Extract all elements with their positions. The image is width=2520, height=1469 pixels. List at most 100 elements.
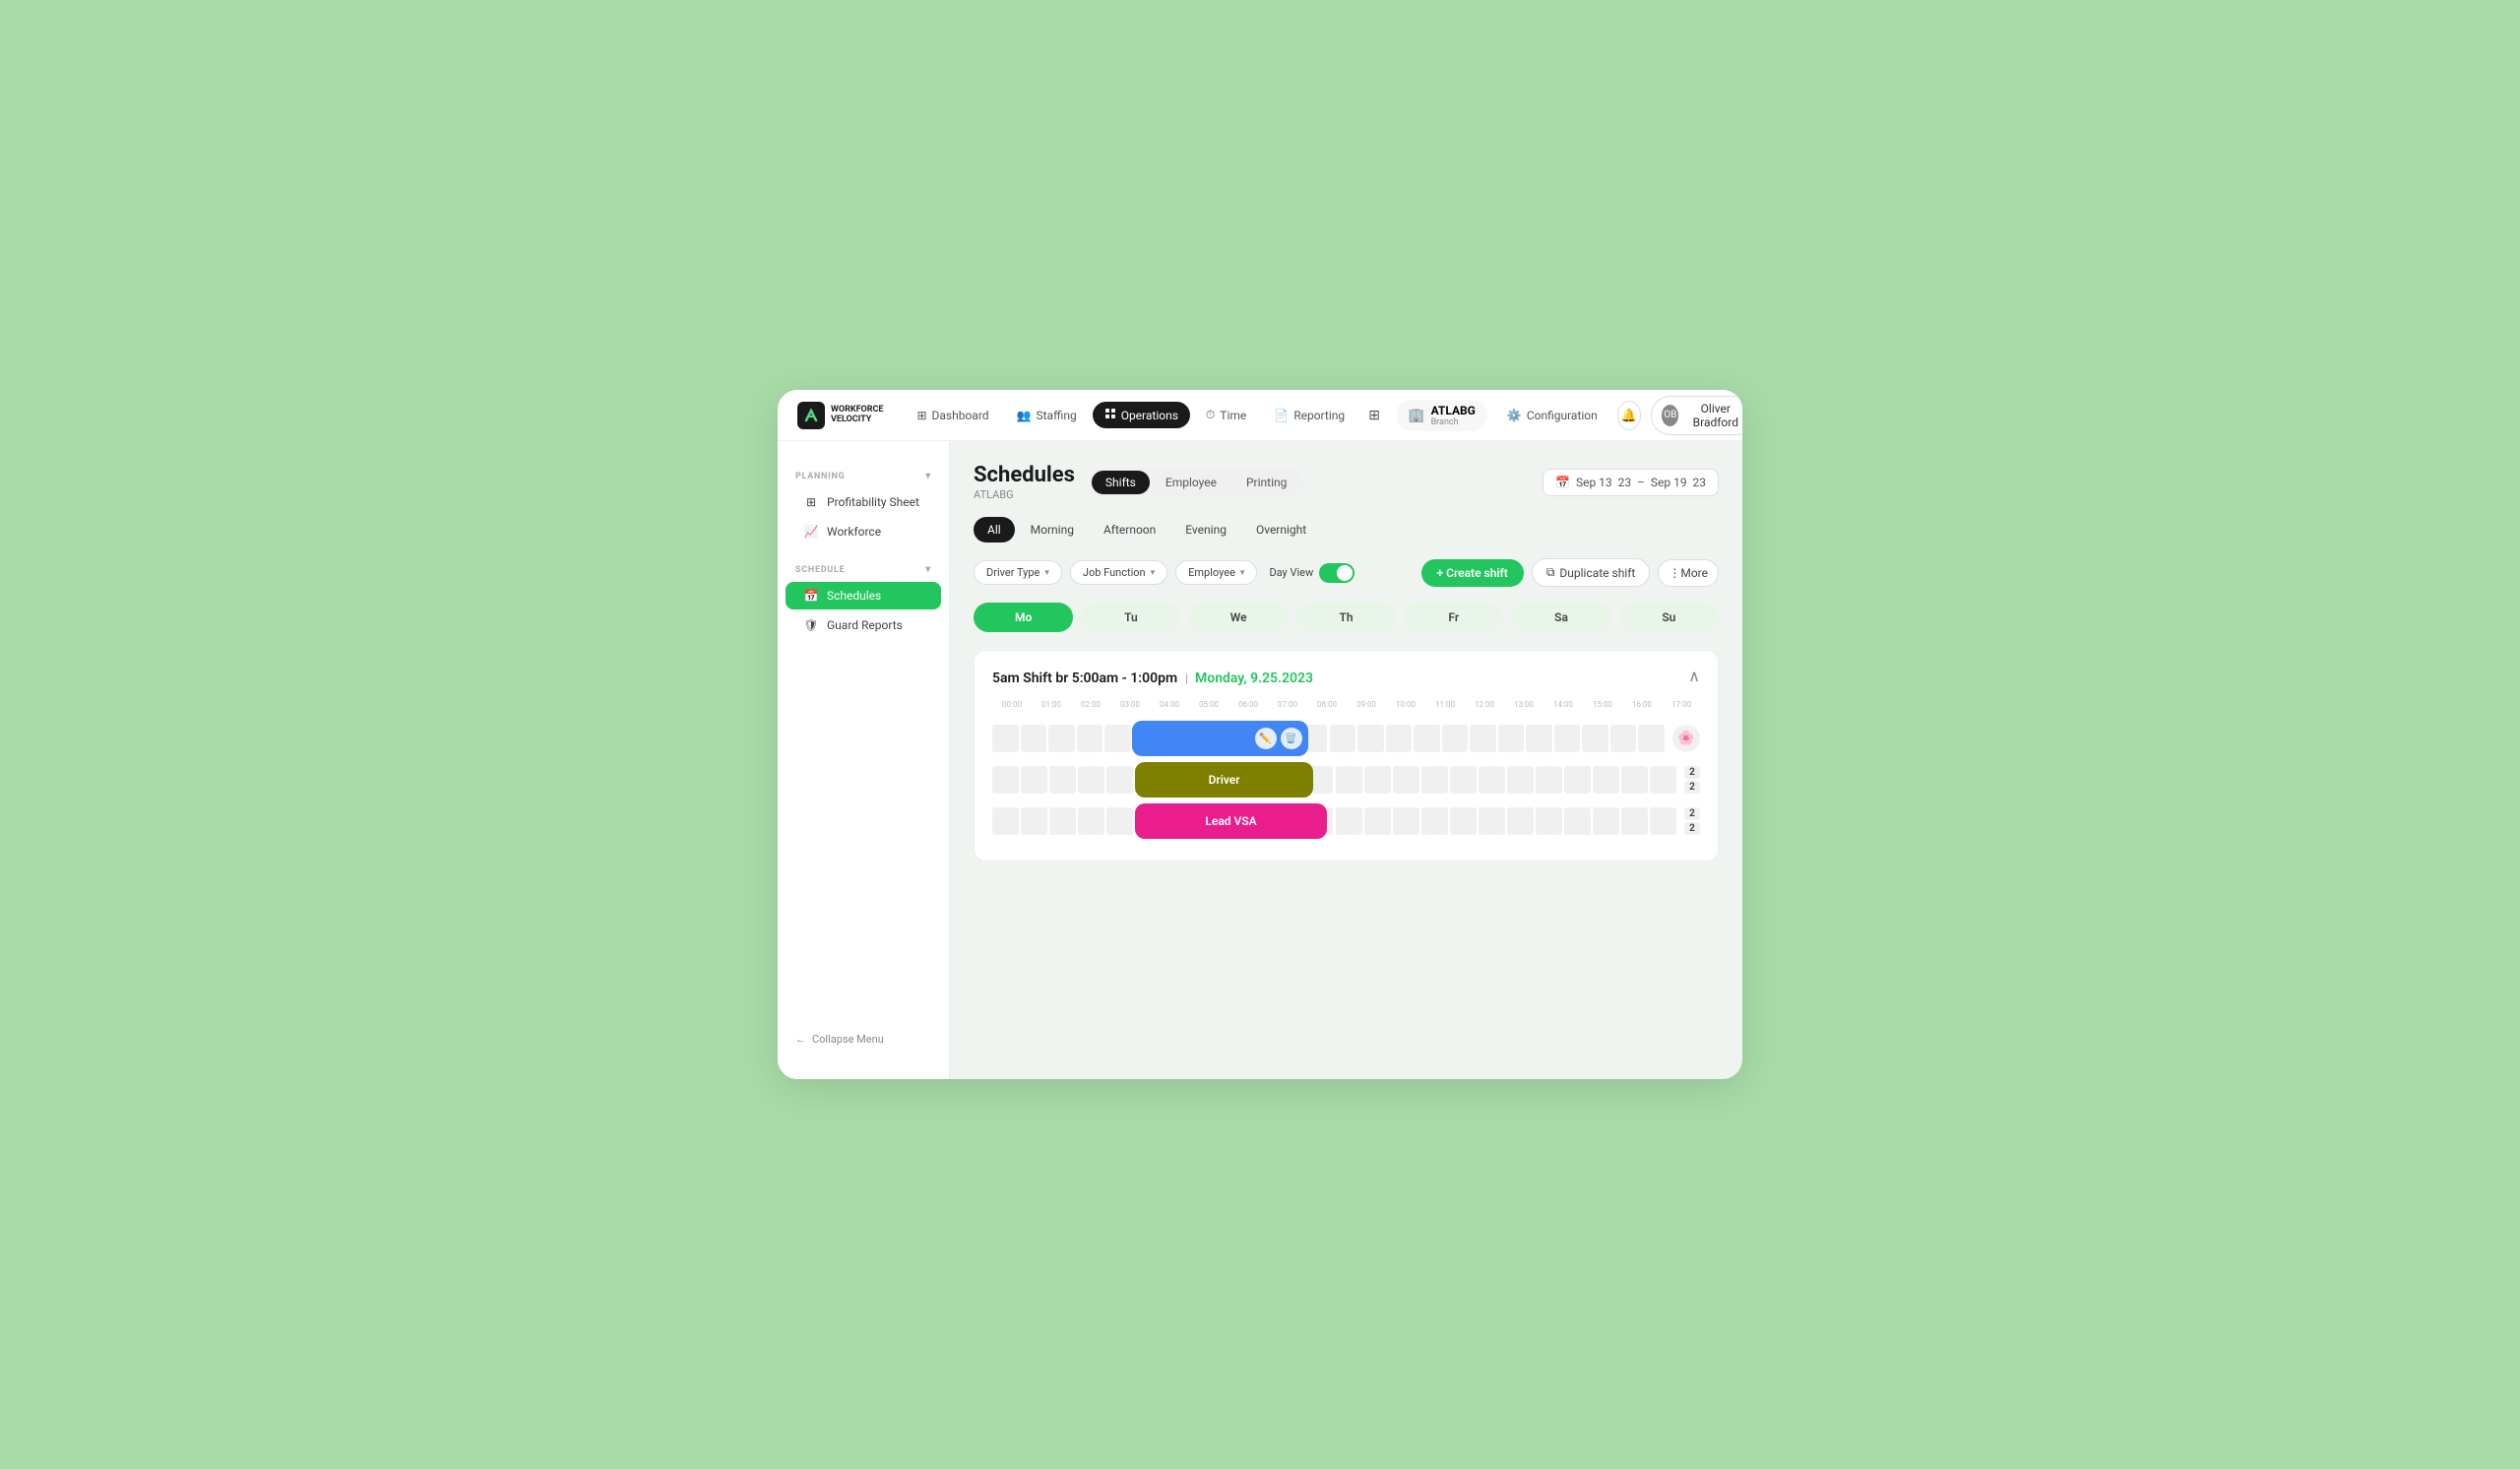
tab-employee[interactable]: Employee [1152,471,1230,494]
time-cell-16 [1450,807,1477,835]
time-cell-2 [1048,725,1075,752]
nav-operations[interactable]: Operations [1093,402,1190,428]
operations-icon [1104,408,1116,422]
shift-collapse-button[interactable]: ∧ [1688,667,1700,686]
filter-employee[interactable]: Employee ▾ [1175,560,1257,585]
flower-icon[interactable]: 🌸 [1672,725,1700,752]
shift-title: 5am Shift br 5:00am - 1:00pm [992,671,1177,686]
sidebar-schedule-label: SCHEDULE ▾ [778,564,949,575]
filter-chips-row: Driver Type ▾ Job Function ▾ Employee ▾ … [974,558,1719,587]
nav-reporting[interactable]: 📄 Reporting [1262,403,1356,428]
shift-date: Monday, 9.25.2023 [1195,671,1313,686]
filter-overnight[interactable]: Overnight [1242,517,1320,543]
filter-job-function[interactable]: Job Function ▾ [1070,560,1167,585]
delete-bar-button[interactable]: 🗑️ [1281,728,1302,749]
calendar-icon: 📅 [1555,476,1570,489]
workforce-icon: 📈 [803,525,819,539]
time-cell-4 [1106,766,1133,794]
shift-bar-olive[interactable]: Driver [1135,762,1313,798]
day-view-toggle-wrap: Day View [1269,563,1354,583]
shift-row-3: Lead VSA 2 2 [992,803,1700,839]
time-cell-19 [1536,766,1562,794]
shift-row-2-timeline: Driver [992,762,1678,798]
time-cell-18 [1507,766,1534,794]
sidebar-item-workforce[interactable]: 📈 Workforce [786,518,941,545]
filter-morning[interactable]: Morning [1017,517,1088,543]
duplicate-shift-button[interactable]: ⧉ Duplicate shift [1532,558,1651,587]
shift-row-1: ✏️🗑️ 🌸 [992,721,1700,756]
time-label-0000: 00:00 [992,700,1032,709]
user-menu-button[interactable]: OB Oliver Bradford [1651,396,1742,435]
grid-apps-button[interactable]: ⊞ [1362,401,1386,430]
time-cell-3 [1078,766,1104,794]
filter-all[interactable]: All [974,517,1015,543]
filter-driver-type[interactable]: Driver Type ▾ [974,560,1062,585]
time-cell-1 [1021,807,1047,835]
edit-bar-button[interactable]: ✏️ [1255,728,1277,749]
dashboard-icon: ⊞ [916,409,926,422]
filter-afternoon[interactable]: Afternoon [1090,517,1169,543]
time-cell-0 [992,807,1019,835]
day-su[interactable]: Su [1619,603,1719,632]
tab-printing[interactable]: Printing [1232,471,1300,494]
time-cell-17 [1479,807,1505,835]
time-cell-21 [1593,766,1619,794]
day-view-toggle[interactable] [1319,563,1354,583]
time-cell-2 [1049,807,1076,835]
branch-sub: Branch [1431,417,1476,427]
day-th[interactable]: Th [1296,603,1396,632]
time-label-1100: 11:00 [1425,700,1465,709]
sidebar-item-profitability[interactable]: ⊞ Profitability Sheet [786,488,941,516]
sidebar-item-guard-reports[interactable]: 🛡 Guard Reports [786,611,941,639]
day-we[interactable]: We [1189,603,1289,632]
day-view-label: Day View [1269,566,1313,579]
schedule-chevron-icon: ▾ [925,564,931,575]
date-range-picker[interactable]: 📅 Sep 13 23 – Sep 19 23 [1543,469,1719,496]
collapse-menu-button[interactable]: ← Collapse Menu [778,1019,949,1059]
config-icon: ⚙️ [1507,409,1522,422]
shift-card-header: 5am Shift br 5:00am - 1:00pm | Monday, 9… [992,667,1700,686]
time-cell-13 [1357,725,1384,752]
shift-row-1-timeline: ✏️🗑️ [992,721,1667,756]
time-cell-19 [1526,725,1552,752]
time-cell-1 [1021,766,1047,794]
day-mo[interactable]: Mo [974,603,1073,632]
toggle-knob [1337,565,1353,581]
time-cell-18 [1507,807,1534,835]
nav-dashboard[interactable]: ⊞ Dashboard [905,403,1000,428]
more-options-button[interactable]: ⋮ More [1658,559,1719,587]
logo-icon [797,402,825,429]
schedule-tabs: Shifts Employee Printing [1089,468,1303,497]
job-function-chevron-icon: ▾ [1151,568,1156,578]
schedules-icon: 📅 [803,589,819,603]
branch-selector[interactable]: 🏢 ATLABG Branch [1396,400,1487,431]
time-label-1600: 16:00 [1622,700,1662,709]
time-label-0400: 04:00 [1150,700,1189,709]
planning-chevron-icon: ▾ [925,471,931,481]
day-tu[interactable]: Tu [1081,603,1180,632]
shift-bar-blue[interactable]: ✏️🗑️ [1132,721,1307,756]
tab-shifts[interactable]: Shifts [1092,471,1150,494]
sidebar-item-schedules[interactable]: 📅 Schedules [786,582,941,609]
time-cell-14 [1393,766,1419,794]
nav-time[interactable]: ⏱ Time [1194,402,1258,428]
create-shift-button[interactable]: + Create shift [1421,559,1524,587]
app-logo: WORKFORCE VELOCITY [797,402,883,429]
configuration-button[interactable]: ⚙️ Configuration [1497,403,1607,428]
time-label-1500: 15:00 [1583,700,1622,709]
bar-actions: ✏️🗑️ [1255,728,1302,749]
notifications-button[interactable]: 🔔 [1617,401,1641,430]
time-cell-3 [1077,725,1103,752]
time-cell-20 [1564,766,1591,794]
time-label-1200: 12:00 [1465,700,1504,709]
time-cell-20 [1554,725,1581,752]
shift-row-3-timeline: Lead VSA [992,803,1678,839]
time-cell-20 [1564,807,1591,835]
nav-staffing[interactable]: 👥 Staffing [1005,403,1089,428]
time-cell-12 [1336,807,1362,835]
filter-evening[interactable]: Evening [1171,517,1240,543]
day-fr[interactable]: Fr [1404,603,1503,632]
day-sa[interactable]: Sa [1511,603,1610,632]
shift-bar-pink[interactable]: Lead VSA [1135,803,1327,839]
bar-label: Lead VSA [1205,814,1256,828]
